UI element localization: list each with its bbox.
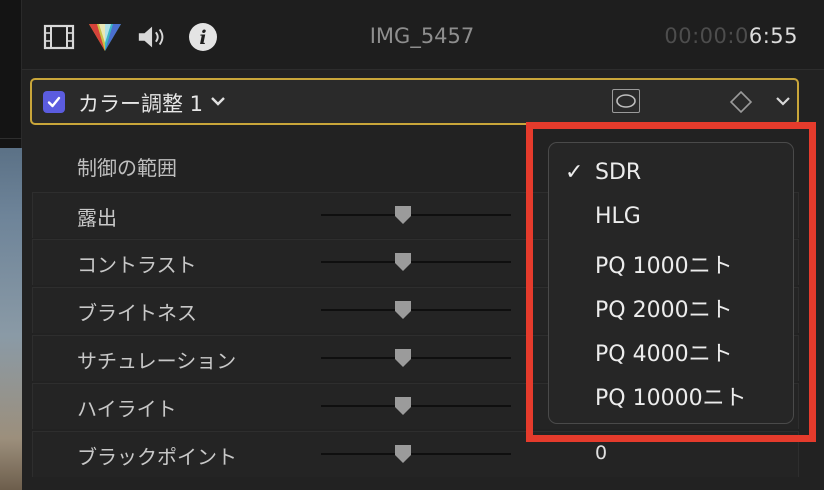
- timecode-dim: 00:00:0: [664, 24, 749, 48]
- info-icon[interactable]: i: [186, 20, 220, 54]
- popup-option[interactable]: ✓ SDR: [549, 155, 795, 195]
- effect-menu-chevron-icon[interactable]: [774, 92, 792, 114]
- timecode-value: 6:55: [748, 24, 798, 48]
- param-label: コントラスト: [77, 253, 197, 277]
- chevron-down-icon[interactable]: [210, 90, 226, 116]
- viewer-thumbnail: [0, 148, 22, 490]
- popup-option[interactable]: PQ 10000ニト: [549, 375, 795, 415]
- param-slider-knob[interactable]: [394, 348, 411, 367]
- popup-option-label: SDR: [595, 160, 642, 185]
- param-slider-knob[interactable]: [394, 396, 411, 415]
- popup-option-label: PQ 1000ニト: [595, 254, 733, 279]
- param-label: サチュレーション: [77, 349, 237, 373]
- param-value[interactable]: 0: [581, 442, 621, 464]
- param-slider-track[interactable]: [321, 357, 511, 359]
- param-slider-track[interactable]: [321, 453, 511, 455]
- param-slider-track[interactable]: [321, 261, 511, 263]
- svg-text:i: i: [199, 27, 206, 49]
- effect-enable-checkbox[interactable]: [43, 91, 65, 113]
- param-label: 露出: [77, 206, 117, 230]
- param-slider-knob[interactable]: [394, 444, 411, 463]
- param-label: ブラックポイント: [77, 445, 237, 469]
- param-slider-knob[interactable]: [394, 252, 411, 271]
- param-label: ハイライト: [77, 397, 177, 421]
- param-slider-knob[interactable]: [394, 205, 411, 224]
- divider: [0, 138, 22, 139]
- film-icon[interactable]: [42, 20, 76, 54]
- effect-title[interactable]: カラー調整 1: [78, 88, 203, 118]
- popup-option-label: PQ 10000ニト: [595, 386, 747, 411]
- popup-option-label: HLG: [595, 204, 641, 229]
- control-range-label: 制御の範囲: [77, 156, 177, 180]
- popup-option-label: PQ 4000ニト: [595, 342, 733, 367]
- mask-button[interactable]: [612, 89, 640, 113]
- popup-option[interactable]: PQ 2000ニト: [549, 287, 795, 327]
- popup-option-label: PQ 2000ニト: [595, 298, 733, 323]
- dynamic-range-popup-menu: ✓ SDR HLG PQ 1000ニト PQ 2000ニト PQ 4000ニト PQ 100…: [548, 142, 794, 424]
- inspector-toolbar: i IMG_5457 00:00:06:55: [22, 0, 824, 70]
- param-slider-track[interactable]: [321, 309, 511, 311]
- popup-option[interactable]: PQ 4000ニト: [549, 331, 795, 371]
- param-slider-track[interactable]: [321, 405, 511, 407]
- param-slider-track[interactable]: [321, 214, 511, 216]
- effect-header[interactable]: カラー調整 1: [30, 78, 799, 125]
- popup-option[interactable]: HLG: [549, 199, 795, 239]
- inspector-panel: i IMG_5457 00:00:06:55 カラー調整 1 制御の範囲 露出コ…: [22, 0, 824, 490]
- clip-name: IMG_5457: [369, 24, 475, 48]
- checkmark-icon: ✓: [565, 160, 584, 185]
- speaker-icon[interactable]: [136, 20, 170, 54]
- param-slider-knob[interactable]: [394, 300, 411, 319]
- left-panel-edge: [0, 0, 22, 490]
- param-label: ブライトネス: [77, 301, 197, 325]
- color-prism-icon[interactable]: [88, 20, 122, 54]
- timecode: 00:00:06:55: [664, 24, 798, 48]
- keyframe-diamond-icon[interactable]: [729, 90, 753, 118]
- popup-option[interactable]: PQ 1000ニト: [549, 243, 795, 283]
